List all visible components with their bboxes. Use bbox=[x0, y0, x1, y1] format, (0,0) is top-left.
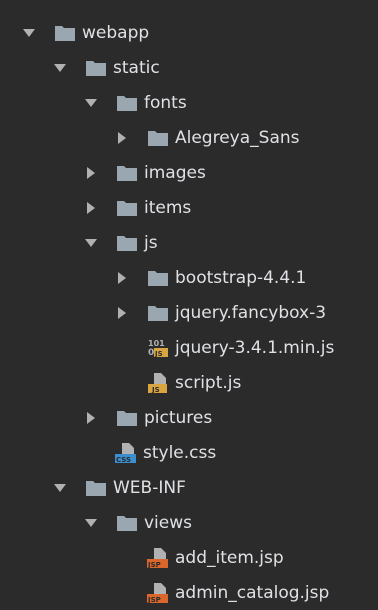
chevron-right-icon[interactable] bbox=[115, 271, 129, 285]
tree-node-label: views bbox=[144, 512, 193, 533]
tree-node-webapp[interactable]: webapp bbox=[0, 15, 378, 50]
jsp-file-icon: JSP bbox=[147, 582, 169, 604]
tree-node-label: js bbox=[144, 232, 158, 253]
tree-node-label: add_item.jsp bbox=[175, 547, 284, 568]
js-badge-text: JS bbox=[154, 350, 163, 358]
tree-node-fonts[interactable]: fonts bbox=[0, 85, 378, 120]
tree-node-alegreya-sans[interactable]: Alegreya_Sans bbox=[0, 120, 378, 155]
chevron-down-icon[interactable] bbox=[53, 61, 67, 75]
css-file-icon: CSS bbox=[115, 442, 137, 464]
minified-js-file-icon: 101 0 JS bbox=[147, 337, 169, 359]
css-badge-text: CSS bbox=[116, 456, 131, 464]
chevron-down-icon[interactable] bbox=[84, 96, 98, 110]
tree-node-label: pictures bbox=[144, 407, 213, 428]
chevron-right-icon[interactable] bbox=[84, 411, 98, 425]
tree-node-add-item-jsp[interactable]: JSP add_item.jsp bbox=[0, 540, 378, 575]
folder-icon bbox=[116, 512, 138, 534]
tree-node-label: webapp bbox=[82, 22, 150, 43]
jsp-badge-text: JSP bbox=[147, 596, 161, 604]
tree-node-label: bootstrap-4.4.1 bbox=[175, 267, 307, 288]
tree-node-views[interactable]: views bbox=[0, 505, 378, 540]
tree-node-label: admin_catalog.jsp bbox=[175, 582, 330, 603]
tree-node-jquery-fancybox[interactable]: jquery.fancybox-3 bbox=[0, 295, 378, 330]
folder-icon bbox=[54, 22, 76, 44]
jsp-file-icon: JSP bbox=[147, 547, 169, 569]
tree-node-label: images bbox=[144, 162, 206, 183]
folder-icon bbox=[85, 57, 107, 79]
tree-node-label: static bbox=[113, 57, 160, 78]
chevron-down-icon[interactable] bbox=[22, 26, 36, 40]
tree-node-label: jquery-3.4.1.min.js bbox=[175, 337, 335, 358]
tree-node-static[interactable]: static bbox=[0, 50, 378, 85]
tree-node-script-js[interactable]: JS script.js bbox=[0, 365, 378, 400]
chevron-right-icon[interactable] bbox=[115, 306, 129, 320]
tree-node-web-inf[interactable]: WEB-INF bbox=[0, 470, 378, 505]
folder-icon bbox=[147, 302, 169, 324]
tree-node-label: items bbox=[144, 197, 192, 218]
chevron-right-icon[interactable] bbox=[84, 166, 98, 180]
tree-node-label: WEB-INF bbox=[113, 477, 186, 498]
chevron-down-icon[interactable] bbox=[53, 481, 67, 495]
folder-icon bbox=[147, 267, 169, 289]
tree-node-admin-catalog-jsp[interactable]: JSP admin_catalog.jsp bbox=[0, 575, 378, 610]
svg-text:0: 0 bbox=[148, 348, 154, 358]
jsp-badge-text: JSP bbox=[147, 561, 161, 569]
chevron-right-icon[interactable] bbox=[84, 201, 98, 215]
tree-node-items[interactable]: items bbox=[0, 190, 378, 225]
folder-icon bbox=[116, 232, 138, 254]
chevron-down-icon[interactable] bbox=[84, 516, 98, 530]
project-tree: webapp static fonts Alegreya_Sans images… bbox=[0, 0, 378, 610]
tree-node-jquery-min-js[interactable]: 101 0 JS jquery-3.4.1.min.js bbox=[0, 330, 378, 365]
folder-icon bbox=[116, 197, 138, 219]
tree-node-label: jquery.fancybox-3 bbox=[175, 302, 327, 323]
chevron-right-icon[interactable] bbox=[115, 131, 129, 145]
folder-icon bbox=[116, 407, 138, 429]
folder-icon bbox=[116, 92, 138, 114]
chevron-down-icon[interactable] bbox=[84, 236, 98, 250]
tree-node-js[interactable]: js bbox=[0, 225, 378, 260]
tree-node-pictures[interactable]: pictures bbox=[0, 400, 378, 435]
tree-node-label: Alegreya_Sans bbox=[175, 127, 300, 148]
tree-node-images[interactable]: images bbox=[0, 155, 378, 190]
tree-node-style-css[interactable]: CSS style.css bbox=[0, 435, 378, 470]
js-badge-text: JS bbox=[151, 386, 160, 394]
tree-node-label: script.js bbox=[175, 372, 242, 393]
tree-node-label: fonts bbox=[144, 92, 187, 113]
folder-icon bbox=[147, 127, 169, 149]
js-file-icon: JS bbox=[147, 372, 169, 394]
tree-node-label: style.css bbox=[143, 442, 217, 463]
minified-icon-digits: 101 bbox=[148, 339, 165, 348]
tree-node-bootstrap[interactable]: bootstrap-4.4.1 bbox=[0, 260, 378, 295]
folder-icon bbox=[85, 477, 107, 499]
folder-icon bbox=[116, 162, 138, 184]
